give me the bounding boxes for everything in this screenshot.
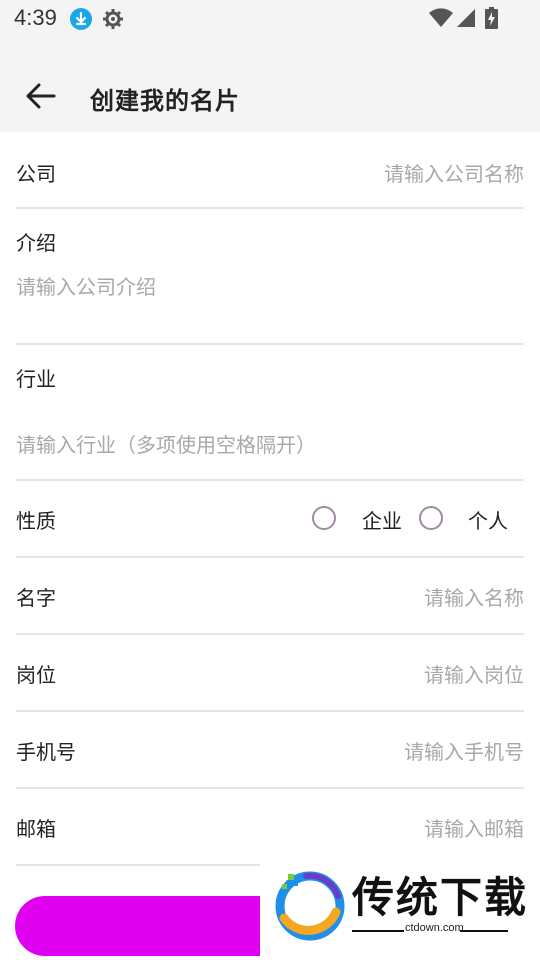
watermark-title: 传统下载 — [352, 873, 529, 922]
name-row[interactable]: 名字 请输入名称 — [0, 558, 540, 634]
radio-individual[interactable] — [419, 506, 443, 530]
industry-input[interactable]: 请输入行业（多项使用空格隔开） — [16, 429, 316, 458]
phone-input[interactable]: 请输入手机号 — [404, 736, 524, 765]
company-label: 公司 — [16, 162, 56, 186]
back-arrow-icon[interactable] — [24, 81, 58, 111]
gear-icon — [102, 8, 124, 30]
intro-label: 介绍 — [16, 231, 56, 255]
radio-individual-label[interactable]: 个人 — [468, 505, 508, 534]
watermark: 传统下载 ctdown.com — [260, 858, 540, 960]
page-title: 创建我的名片 — [90, 87, 240, 115]
download-icon — [70, 8, 92, 30]
site-logo-icon — [270, 866, 348, 944]
phone-row[interactable]: 手机号 请输入手机号 — [0, 712, 540, 788]
email-input[interactable]: 请输入邮箱 — [424, 813, 524, 842]
watermark-subtitle: ctdown.com — [405, 922, 464, 934]
nature-row: 性质 企业 个人 — [0, 481, 540, 557]
position-label: 岗位 — [16, 663, 56, 687]
industry-label: 行业 — [16, 367, 56, 391]
nature-label: 性质 — [16, 509, 56, 533]
position-input[interactable]: 请输入岗位 — [424, 659, 524, 688]
divider — [460, 930, 508, 932]
divider — [352, 930, 404, 932]
position-row[interactable]: 岗位 请输入岗位 — [0, 635, 540, 711]
status-time: 4:39 — [14, 5, 57, 30]
name-input[interactable]: 请输入名称 — [424, 582, 524, 611]
app-bar: 创建我的名片 — [0, 36, 540, 132]
radio-enterprise-label[interactable]: 企业 — [362, 505, 402, 534]
signal-icon — [456, 8, 476, 28]
status-bar: 4:39 — [0, 0, 540, 36]
company-input[interactable]: 请输入公司名称 — [384, 158, 524, 187]
intro-row: 介绍 请输入公司介绍 — [0, 209, 540, 343]
email-label: 邮箱 — [16, 817, 56, 841]
name-label: 名字 — [16, 586, 56, 610]
wifi-icon — [428, 8, 454, 28]
company-row[interactable]: 公司 请输入公司名称 — [0, 132, 540, 208]
battery-icon — [485, 7, 498, 29]
intro-input[interactable]: 请输入公司介绍 — [16, 271, 156, 300]
phone-label: 手机号 — [16, 740, 76, 764]
industry-row: 行业 请输入行业（多项使用空格隔开） — [0, 345, 540, 479]
radio-enterprise[interactable] — [312, 506, 336, 530]
email-row[interactable]: 邮箱 请输入邮箱 — [0, 789, 540, 865]
